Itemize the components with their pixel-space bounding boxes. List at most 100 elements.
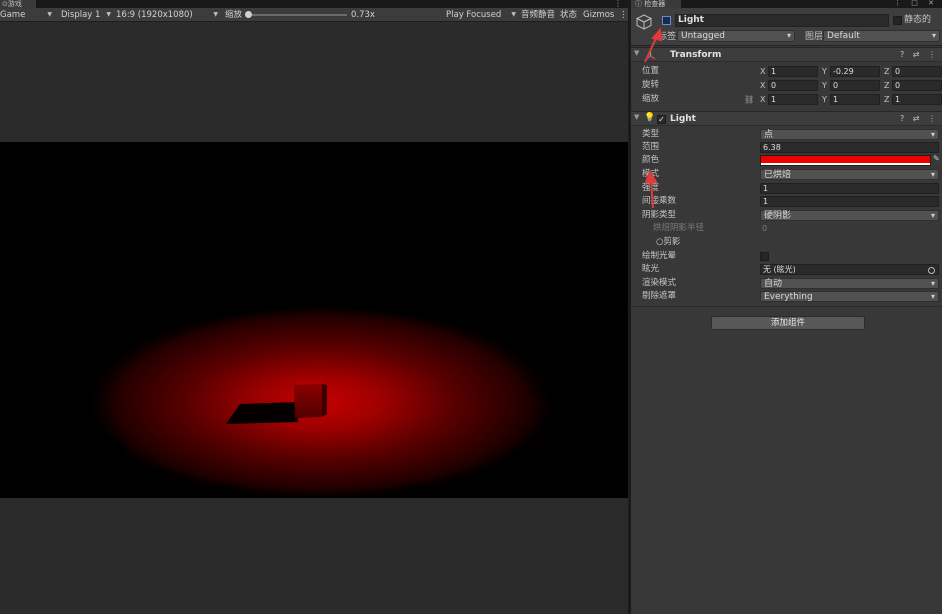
flare-value: 无 (眩光) [763, 265, 796, 274]
culling-mask-dropdown[interactable]: Everything [760, 291, 939, 302]
flare-object-field[interactable]: 无 (眩光) [760, 264, 939, 275]
aspect-label: 16:9 (1920x1080) [116, 10, 193, 20]
cookie-label[interactable]: ○剪影 [656, 236, 680, 249]
transform-axes-icon [645, 51, 656, 60]
chevron-down-icon: ▼ [106, 11, 111, 18]
color-row: 颜色 ✎ [631, 154, 942, 167]
aspect-dropdown[interactable]: 16:9 (1920x1080) ▼ [116, 8, 218, 22]
chevron-down-icon: ▼ [213, 11, 218, 18]
draw-halo-label: 绘制光晕 [642, 251, 677, 261]
static-label: 静态的 [904, 15, 932, 25]
light-enabled-checkbox[interactable]: ✓ [657, 115, 666, 124]
mute-audio-toggle[interactable]: 音频静音 [521, 8, 555, 22]
eyedropper-icon[interactable]: ✎ [933, 154, 940, 163]
layer-dropdown[interactable]: Default [823, 30, 940, 42]
draw-halo-row: 绘制光晕 [631, 250, 942, 263]
mode-label: 模式 [642, 169, 660, 179]
tag-dropdown[interactable]: Untagged [677, 30, 795, 42]
flare-row: 眩光 无 (眩光) [631, 263, 942, 276]
position-x-value[interactable]: 1 [768, 66, 818, 77]
scale-y-value[interactable]: 1 [830, 94, 880, 105]
display-dropdown[interactable]: Display 1 ▼ [61, 8, 111, 22]
render-mode-dropdown[interactable]: 自动 [760, 278, 939, 289]
play-mode-dropdown[interactable]: Play Focused ▼ [446, 8, 516, 22]
component-buttons-icon[interactable]: ? ⇄ ⋮ [900, 112, 939, 126]
position-y-value[interactable]: -0.29 [830, 66, 880, 77]
gameobject-cube-icon [636, 14, 652, 30]
indirect-multiplier-field[interactable]: 1 [760, 196, 939, 207]
axis-y-label: Y [822, 81, 827, 90]
transform-title: Transform [670, 50, 722, 60]
tag-label: 标签 [658, 32, 677, 42]
culling-mask-value: Everything [764, 292, 813, 302]
inspector-tab[interactable]: ⓘ 检查器 [631, 0, 681, 8]
culling-mask-row: 剔除遮罩 Everything [631, 290, 942, 303]
scale-value: 0.73x [351, 10, 375, 20]
position-z-value[interactable]: 0 [892, 66, 942, 77]
render-mode-row: 渲染模式 自动 [631, 277, 942, 290]
foldout-arrow-icon[interactable]: ▼ [634, 49, 639, 57]
stats-toggle[interactable]: 状态 [560, 8, 577, 22]
cube-side [322, 384, 327, 417]
layer-value: Default [827, 31, 860, 41]
rotation-x-value[interactable]: 0 [768, 80, 818, 91]
game-tab-menu-icon[interactable]: ⋮ [614, 0, 622, 8]
scale-z-value[interactable]: 1 [892, 94, 942, 105]
light-component-header[interactable]: ▼ 💡 ✓ Light ? ⇄ ⋮ [631, 111, 942, 126]
light-type-dropdown[interactable]: 点 [760, 129, 939, 140]
rotation-y-value[interactable]: 0 [830, 80, 880, 91]
shadow-type-label: 阴影类型 [642, 210, 677, 220]
baked-shadow-radius-field: 0 [762, 224, 768, 233]
display-label: Display 1 [61, 10, 101, 20]
chevron-down-icon: ▼ [47, 11, 52, 18]
transform-component-header[interactable]: ▼ Transform ? ⇄ ⋮ [631, 47, 942, 62]
object-name-field[interactable]: Light [675, 14, 889, 27]
intensity-field[interactable]: 1 [760, 183, 939, 194]
axis-y-label: Y [822, 67, 827, 76]
indirect-multiplier-label: 间接乘数 [642, 196, 677, 206]
object-picker-icon[interactable] [928, 267, 935, 274]
color-swatch[interactable] [760, 155, 931, 166]
axis-x-label: X [760, 81, 766, 90]
cube-front [294, 384, 322, 418]
foldout-arrow-icon[interactable]: ▼ [634, 113, 639, 121]
scale-x-value[interactable]: 1 [768, 94, 818, 105]
game-tab[interactable]: ⊙游戏 [0, 0, 36, 8]
scale-slider-handle[interactable] [245, 11, 252, 18]
draw-halo-checkbox[interactable] [760, 252, 769, 261]
tab-controls-icon[interactable]: ⋮ □ ✕ [894, 0, 938, 7]
active-checkbox[interactable] [662, 16, 671, 25]
mode-dropdown[interactable]: 已烘焙 [760, 169, 939, 180]
game-render-viewport[interactable] [0, 142, 628, 498]
light-type-label: 类型 [642, 129, 660, 139]
game-more-icon[interactable]: ⋮ [619, 8, 628, 22]
mode-row: 模式 已烘焙 [631, 168, 942, 181]
inspector-tab-bar: ⓘ 检查器 ⋮ □ ✕ [631, 0, 942, 8]
rotation-z-value[interactable]: 0 [892, 80, 942, 91]
light-type-value: 点 [764, 130, 774, 140]
scale-row: 缩放 ⛓ X1 Y1 Z1 [631, 93, 942, 106]
axis-x-label: X [760, 95, 766, 104]
inspector-tab-label: 检查器 [644, 0, 666, 8]
gizmos-toggle[interactable]: Gizmos [583, 8, 614, 22]
component-buttons-icon[interactable]: ? ⇄ ⋮ [900, 48, 939, 62]
game-mode-dropdown[interactable]: Game ▼ [0, 8, 52, 22]
static-checkbox[interactable] [893, 16, 902, 25]
constrain-proportions-icon[interactable]: ⛓ [744, 93, 754, 106]
tag-value: Untagged [681, 31, 726, 41]
scale-slider-track[interactable] [252, 14, 347, 16]
range-label: 范围 [642, 142, 660, 152]
range-field[interactable]: 6.38 [760, 142, 939, 153]
shadow-type-dropdown[interactable]: 硬阴影 [760, 210, 939, 221]
lightbulb-icon: 💡 [644, 113, 656, 123]
rotation-label: 旋转 [642, 80, 660, 90]
baked-shadow-radius-row: 烘焙阴影半径 0 [631, 222, 942, 235]
position-label: 位置 [642, 66, 660, 76]
indirect-multiplier-row: 间接乘数 1 [631, 195, 942, 208]
axis-x-label: X [760, 67, 766, 76]
add-component-button[interactable]: 添加组件 [711, 316, 865, 330]
intensity-row: 强度 1 [631, 182, 942, 195]
baked-shadow-radius-label: 烘焙阴影半径 [653, 223, 705, 233]
intensity-label: 强度 [642, 183, 660, 193]
inspector-panel: ⓘ 检查器 ⋮ □ ✕ Light 静态的 标签 Untagged 图层 Def… [631, 0, 942, 614]
